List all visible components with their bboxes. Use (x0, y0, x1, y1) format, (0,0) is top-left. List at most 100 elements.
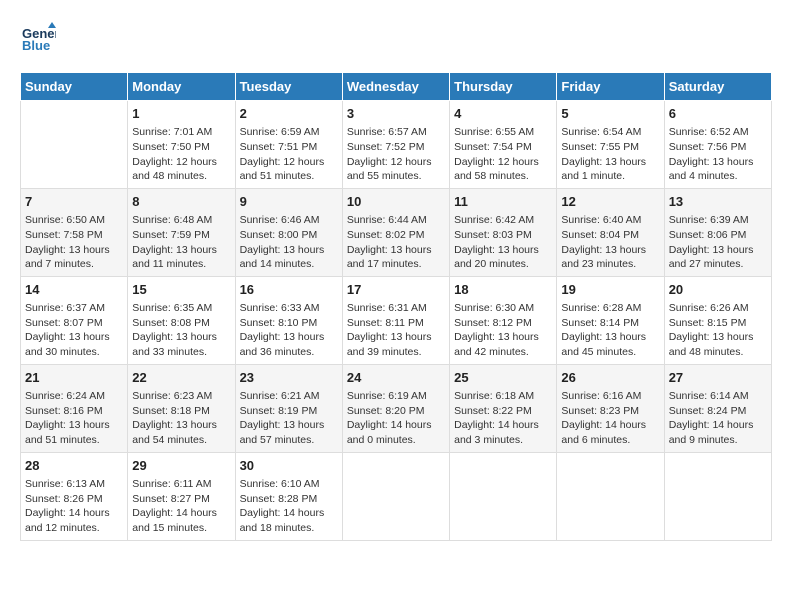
calendar-row: 14Sunrise: 6:37 AM Sunset: 8:07 PM Dayli… (21, 276, 772, 364)
day-info: Sunrise: 6:28 AM Sunset: 8:14 PM Dayligh… (561, 301, 659, 360)
calendar-cell: 6Sunrise: 6:52 AM Sunset: 7:56 PM Daylig… (664, 101, 771, 189)
day-info: Sunrise: 6:10 AM Sunset: 8:28 PM Dayligh… (240, 477, 338, 536)
day-number: 7 (25, 193, 123, 211)
day-number: 29 (132, 457, 230, 475)
day-info: Sunrise: 6:19 AM Sunset: 8:20 PM Dayligh… (347, 389, 445, 448)
day-number: 15 (132, 281, 230, 299)
calendar-cell: 13 Sunrise: 6:39 AM Sunset: 8:06 PM Dayli… (664, 188, 771, 276)
calendar-table: SundayMondayTuesdayWednesdayThursdayFrid… (20, 72, 772, 541)
calendar-cell: 4 Sunrise: 6:55 AM Sunset: 7:54 PM Daylig… (450, 101, 557, 189)
calendar-cell: 21 Sunrise: 6:24 AM Sunset: 8:16 PM Dayli… (21, 364, 128, 452)
calendar-cell: 14Sunrise: 6:37 AM Sunset: 8:07 PM Dayli… (21, 276, 128, 364)
day-number: 1 (132, 105, 230, 123)
day-info: Sunrise: 6:16 AM Sunset: 8:23 PM Dayligh… (561, 389, 659, 448)
day-info: Sunrise: 6:24 AM Sunset: 8:16 PM Dayligh… (25, 389, 123, 448)
day-number: 30 (240, 457, 338, 475)
day-info: Sunrise: 6:48 AM Sunset: 7:59 PM Dayligh… (132, 213, 230, 272)
day-info: Sunrise: 6:54 AM Sunset: 7:55 PM Dayligh… (561, 125, 659, 184)
header-saturday: Saturday (664, 73, 771, 101)
day-info: Sunrise: 6:55 AM Sunset: 7:54 PM Dayligh… (454, 125, 552, 184)
day-number: 28 (25, 457, 123, 475)
header-sunday: Sunday (21, 73, 128, 101)
day-number: 19 (561, 281, 659, 299)
calendar-cell (450, 452, 557, 540)
day-number: 22 (132, 369, 230, 387)
svg-text:Blue: Blue (22, 38, 50, 53)
day-info: Sunrise: 6:35 AM Sunset: 8:08 PM Dayligh… (132, 301, 230, 360)
day-info: Sunrise: 6:39 AM Sunset: 8:06 PM Dayligh… (669, 213, 767, 272)
day-number: 20 (669, 281, 767, 299)
day-number: 17 (347, 281, 445, 299)
header-friday: Friday (557, 73, 664, 101)
calendar-cell: 17 Sunrise: 6:31 AM Sunset: 8:11 PM Dayli… (342, 276, 449, 364)
day-info: Sunrise: 6:57 AM Sunset: 7:52 PM Dayligh… (347, 125, 445, 184)
day-info: Sunrise: 6:31 AM Sunset: 8:11 PM Dayligh… (347, 301, 445, 360)
calendar-cell: 29Sunrise: 6:11 AM Sunset: 8:27 PM Dayli… (128, 452, 235, 540)
calendar-cell: 1 Sunrise: 7:01 AM Sunset: 7:50 PM Daylig… (128, 101, 235, 189)
day-number: 5 (561, 105, 659, 123)
calendar-cell: 7Sunrise: 6:50 AM Sunset: 7:58 PM Daylig… (21, 188, 128, 276)
calendar-header-row: SundayMondayTuesdayWednesdayThursdayFrid… (21, 73, 772, 101)
page-header: General Blue (20, 20, 772, 56)
calendar-cell: 19 Sunrise: 6:28 AM Sunset: 8:14 PM Dayli… (557, 276, 664, 364)
day-number: 3 (347, 105, 445, 123)
calendar-row: 21 Sunrise: 6:24 AM Sunset: 8:16 PM Dayli… (21, 364, 772, 452)
day-info: Sunrise: 6:26 AM Sunset: 8:15 PM Dayligh… (669, 301, 767, 360)
day-number: 13 (669, 193, 767, 211)
calendar-cell (21, 101, 128, 189)
calendar-cell: 28 Sunrise: 6:13 AM Sunset: 8:26 PM Dayli… (21, 452, 128, 540)
calendar-cell: 9 Sunrise: 6:46 AM Sunset: 8:00 PM Daylig… (235, 188, 342, 276)
day-info: Sunrise: 6:52 AM Sunset: 7:56 PM Dayligh… (669, 125, 767, 184)
day-info: Sunrise: 6:40 AM Sunset: 8:04 PM Dayligh… (561, 213, 659, 272)
day-info: Sunrise: 6:30 AM Sunset: 8:12 PM Dayligh… (454, 301, 552, 360)
calendar-cell: 27 Sunrise: 6:14 AM Sunset: 8:24 PM Dayli… (664, 364, 771, 452)
calendar-cell: 3 Sunrise: 6:57 AM Sunset: 7:52 PM Daylig… (342, 101, 449, 189)
day-info: Sunrise: 6:33 AM Sunset: 8:10 PM Dayligh… (240, 301, 338, 360)
day-info: Sunrise: 7:01 AM Sunset: 7:50 PM Dayligh… (132, 125, 230, 184)
calendar-cell: 12 Sunrise: 6:40 AM Sunset: 8:04 PM Dayli… (557, 188, 664, 276)
calendar-row: 1 Sunrise: 7:01 AM Sunset: 7:50 PM Daylig… (21, 101, 772, 189)
day-info: Sunrise: 6:18 AM Sunset: 8:22 PM Dayligh… (454, 389, 552, 448)
day-number: 12 (561, 193, 659, 211)
day-number: 8 (132, 193, 230, 211)
day-number: 23 (240, 369, 338, 387)
day-info: Sunrise: 6:59 AM Sunset: 7:51 PM Dayligh… (240, 125, 338, 184)
calendar-cell: 24 Sunrise: 6:19 AM Sunset: 8:20 PM Dayli… (342, 364, 449, 452)
day-number: 24 (347, 369, 445, 387)
logo-icon: General Blue (20, 20, 56, 56)
calendar-cell: 22 Sunrise: 6:23 AM Sunset: 8:18 PM Dayli… (128, 364, 235, 452)
day-number: 26 (561, 369, 659, 387)
day-number: 27 (669, 369, 767, 387)
header-wednesday: Wednesday (342, 73, 449, 101)
calendar-cell: 23 Sunrise: 6:21 AM Sunset: 8:19 PM Dayli… (235, 364, 342, 452)
calendar-cell: 10 Sunrise: 6:44 AM Sunset: 8:02 PM Dayli… (342, 188, 449, 276)
day-info: Sunrise: 6:44 AM Sunset: 8:02 PM Dayligh… (347, 213, 445, 272)
day-info: Sunrise: 6:23 AM Sunset: 8:18 PM Dayligh… (132, 389, 230, 448)
calendar-cell: 25 Sunrise: 6:18 AM Sunset: 8:22 PM Dayli… (450, 364, 557, 452)
calendar-cell: 16 Sunrise: 6:33 AM Sunset: 8:10 PM Dayli… (235, 276, 342, 364)
day-number: 11 (454, 193, 552, 211)
calendar-cell: 26 Sunrise: 6:16 AM Sunset: 8:23 PM Dayli… (557, 364, 664, 452)
calendar-cell: 30 Sunrise: 6:10 AM Sunset: 8:28 PM Dayli… (235, 452, 342, 540)
day-number: 25 (454, 369, 552, 387)
calendar-cell (342, 452, 449, 540)
day-info: Sunrise: 6:14 AM Sunset: 8:24 PM Dayligh… (669, 389, 767, 448)
day-info: Sunrise: 6:21 AM Sunset: 8:19 PM Dayligh… (240, 389, 338, 448)
day-info: Sunrise: 6:13 AM Sunset: 8:26 PM Dayligh… (25, 477, 123, 536)
calendar-cell (664, 452, 771, 540)
header-monday: Monday (128, 73, 235, 101)
header-tuesday: Tuesday (235, 73, 342, 101)
calendar-cell: 2Sunrise: 6:59 AM Sunset: 7:51 PM Daylig… (235, 101, 342, 189)
calendar-cell: 15 Sunrise: 6:35 AM Sunset: 8:08 PM Dayli… (128, 276, 235, 364)
day-number: 21 (25, 369, 123, 387)
header-thursday: Thursday (450, 73, 557, 101)
day-info: Sunrise: 6:42 AM Sunset: 8:03 PM Dayligh… (454, 213, 552, 272)
day-number: 4 (454, 105, 552, 123)
calendar-cell: 8 Sunrise: 6:48 AM Sunset: 7:59 PM Daylig… (128, 188, 235, 276)
day-info: Sunrise: 6:46 AM Sunset: 8:00 PM Dayligh… (240, 213, 338, 272)
calendar-cell: 18 Sunrise: 6:30 AM Sunset: 8:12 PM Dayli… (450, 276, 557, 364)
day-number: 18 (454, 281, 552, 299)
day-number: 10 (347, 193, 445, 211)
day-number: 9 (240, 193, 338, 211)
day-number: 16 (240, 281, 338, 299)
